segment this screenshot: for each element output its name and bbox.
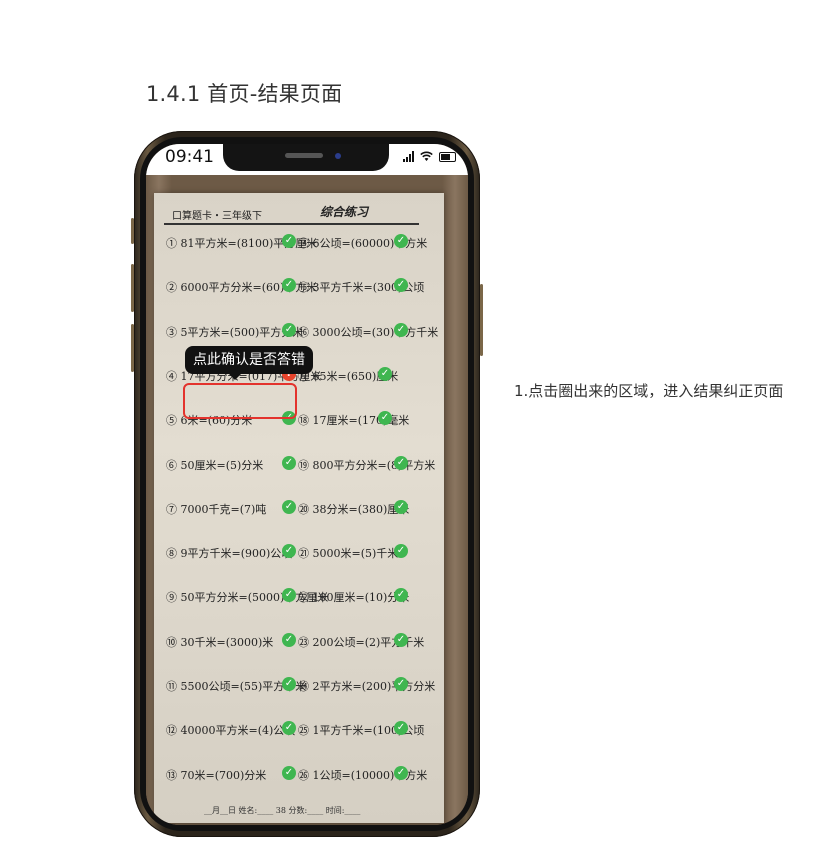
worksheet-row: ⑩ 30千米=(3000)米㉓ 200公顷=(2)平方千米 ✓ ✓ bbox=[166, 632, 436, 658]
correct-check-icon: ✓ bbox=[282, 234, 296, 248]
worksheet-header: 口算题卡・三年级下 综合练习 bbox=[164, 203, 419, 225]
annotation-text: 1.点击圈出来的区域，进入结果纠正页面 bbox=[514, 382, 784, 400]
question-left: ⑬ 70米=(700)分米 bbox=[166, 768, 267, 782]
status-icons bbox=[403, 151, 456, 162]
photo-background: 口算题卡・三年级下 综合练习 ① 81平方米=(8100)平方厘米 ⑭ 6公顷=(… bbox=[146, 175, 468, 825]
volume-down-button bbox=[131, 324, 134, 372]
correct-check-icon: ✓ bbox=[282, 499, 296, 514]
worksheet-header-right: 综合练习 bbox=[320, 205, 369, 219]
notch bbox=[223, 144, 389, 171]
correct-check-icon: ✓ bbox=[282, 632, 296, 647]
question-right: ㉑ 5000米=(5)千米 bbox=[298, 547, 399, 561]
correct-check-icon: ✓ bbox=[394, 544, 408, 559]
question-left: ⑩ 30千米=(3000)米 bbox=[166, 635, 274, 649]
worksheet-header-left: 口算题卡・三年级下 bbox=[172, 211, 262, 222]
wifi-icon bbox=[420, 151, 433, 161]
worksheet-row: ⑪ 5500公顷=(55)平方千米㉔ 2平方米=(200)平方分米 ✓ ✓ bbox=[166, 677, 436, 702]
question-right: ㉖ 1公顷=(10000)平方米 bbox=[298, 768, 428, 782]
correct-check-icon: ✓ bbox=[394, 499, 408, 514]
battery-icon bbox=[439, 151, 456, 162]
front-camera bbox=[335, 153, 341, 159]
section-title: 1.4.1 首页-结果页面 bbox=[146, 82, 343, 106]
confirm-tooltip[interactable]: 点此确认是否答错 bbox=[185, 346, 313, 380]
question-right: ㉒ 100厘米=(10)分米 bbox=[298, 591, 410, 605]
worksheet-row: ⑫ 40000平方米=(4)公顷㉕ 1平方千米=(100)公顷 ✓ ✓ bbox=[166, 721, 436, 746]
worksheet-photo[interactable]: 口算题卡・三年级下 综合练习 ① 81平方米=(8100)平方厘米 ⑭ 6公顷=(… bbox=[154, 193, 444, 823]
status-time: 09:41 bbox=[165, 147, 214, 167]
question-right: ⑱ 17厘米=(170)毫米 bbox=[298, 414, 410, 428]
question-left: ⑥ 50厘米=(5)分米 bbox=[166, 458, 264, 472]
correct-check-icon: ✓ bbox=[394, 455, 408, 470]
speaker-grille bbox=[285, 153, 323, 158]
question-right: ⑳ 38分米=(380)厘米 bbox=[298, 502, 410, 516]
worksheet-row: ① 81平方米=(8100)平方厘米 ⑭ 6公顷=(60000)平方米 ✓ ✓ bbox=[166, 234, 436, 259]
worksheet-row: ⑬ 70米=(700)分米 ㉖ 1公顷=(10000)平方米 ✓ ✓ bbox=[166, 765, 436, 791]
question-right: ⑭ 6公顷=(60000)平方米 bbox=[298, 237, 428, 250]
volume-up-button bbox=[131, 264, 134, 312]
cellular-signal-icon bbox=[403, 151, 414, 162]
correct-check-icon: ✓ bbox=[394, 765, 408, 780]
correct-check-icon: ✓ bbox=[394, 677, 408, 691]
worksheet-row: ③ 5平方米=(500)平方分米 ⑯ 3000公顷=(30)平方千米 ✓ ✓ bbox=[166, 322, 439, 348]
worksheet-row: ⑦ 7000千克=(7)吨 ⑳ 38分米=(380)厘米 ✓ ✓ bbox=[166, 499, 436, 525]
correct-check-icon: ✓ bbox=[282, 322, 296, 337]
correct-check-icon: ✓ bbox=[282, 677, 296, 691]
worksheet-row: ⑧ 9平方千米=(900)公顷㉑ 5000米=(5)千米 ✓ ✓ bbox=[166, 544, 436, 569]
question-right: ㉔ 2平方米=(200)平方分米 bbox=[298, 680, 436, 693]
worksheet-row: ⑨ 50平方分米=(5000)平方厘米㉒ 100厘米=(10)分米 ✓ ✓ bbox=[166, 588, 436, 613]
power-button bbox=[480, 284, 483, 356]
question-right: ⑲ 800平方分米=(8)平方米 bbox=[298, 458, 436, 472]
correct-check-icon: ✓ bbox=[394, 234, 408, 248]
circled-answer-region[interactable] bbox=[183, 383, 297, 419]
correct-check-icon: ✓ bbox=[378, 366, 392, 381]
mute-switch bbox=[131, 218, 134, 244]
question-left: ⑫ 40000平方米=(4)公顷 bbox=[166, 724, 296, 738]
worksheet-row: ⑥ 50厘米=(5)分米 ⑲ 800平方分米=(8)平方米 ✓ ✓ bbox=[166, 455, 436, 481]
worksheet-row: ② 6000平方分米=(60)平方米 ⑮ 3平方千米=(300)公顷 ✓ ✓ bbox=[166, 278, 436, 303]
correct-check-icon: ✓ bbox=[282, 455, 296, 470]
question-left: ⑧ 9平方千米=(900)公顷 bbox=[166, 547, 293, 561]
question-left: ⑦ 7000千克=(7)吨 bbox=[166, 502, 267, 516]
status-bar: 09:41 bbox=[146, 144, 468, 175]
correct-check-icon: ✓ bbox=[394, 322, 408, 337]
correct-check-icon: ✓ bbox=[282, 544, 296, 559]
correct-check-icon: ✓ bbox=[394, 632, 408, 647]
worksheet-footer: __月__日 姓名:____ 38 分数:____ 时间:____ bbox=[204, 806, 361, 815]
question-right: ⑯ 3000公顷=(30)平方千米 bbox=[298, 325, 439, 339]
correct-check-icon: ✓ bbox=[282, 765, 296, 780]
phone-screen: 09:41 口算题卡・三年级下 综合练习 ① 81平方米=(8100)平方厘米 ⑭… bbox=[146, 144, 468, 825]
